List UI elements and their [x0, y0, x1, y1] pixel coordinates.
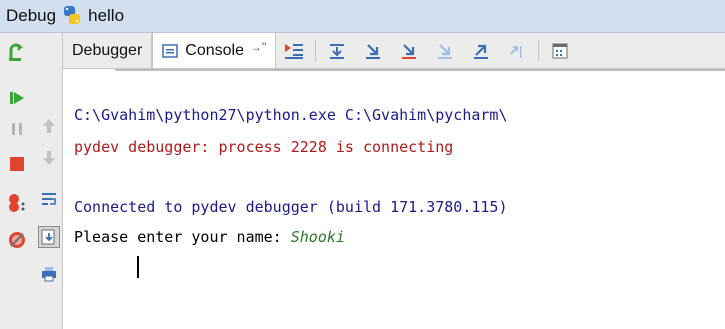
tab-console[interactable]: Console →" [152, 33, 277, 68]
rerun-icon[interactable] [0, 35, 34, 69]
console-icon [162, 43, 179, 59]
soft-wrap-icon[interactable] [34, 184, 63, 214]
down-arrow-icon[interactable] [34, 143, 63, 173]
console-user-input: Shooki [290, 228, 345, 246]
debug-tab-toolbar: Debugger Console →" [63, 33, 725, 69]
tab-debugger-label: Debugger [72, 41, 143, 59]
tab-debugger[interactable]: Debugger [63, 33, 153, 68]
console-prompt: Please enter your name: [74, 228, 291, 246]
step-into-icon[interactable] [355, 33, 391, 68]
console-line: pydev debugger: process 2228 is connecti… [74, 138, 454, 156]
step-out-icon[interactable] [463, 33, 499, 68]
debug-label: Debug [6, 6, 57, 25]
console-line: C:\Gvahim\python27\python.exe C:\Gvahim\… [74, 106, 508, 124]
force-step-into-icon[interactable] [427, 33, 463, 68]
left-debug-toolbar [0, 33, 63, 329]
run-config-name[interactable]: hello [88, 6, 124, 26]
resume-icon[interactable] [0, 81, 34, 115]
toolbar-separator [315, 40, 317, 61]
mute-breakpoints-icon[interactable] [0, 223, 34, 257]
toolbar-separator [538, 40, 540, 61]
tab-console-label: Console [185, 41, 244, 59]
console-divider [115, 69, 725, 71]
step-over-icon[interactable] [319, 33, 355, 68]
console-side-toolbar [34, 33, 63, 329]
evaluate-expression-icon[interactable] [542, 33, 578, 68]
up-arrow-icon[interactable] [34, 111, 63, 141]
print-icon[interactable] [34, 259, 63, 289]
stop-icon[interactable] [0, 147, 34, 181]
show-execution-point-icon[interactable] [276, 33, 312, 68]
run-to-cursor-icon[interactable] [499, 33, 535, 68]
pin-tab-icon[interactable]: →" [250, 40, 266, 54]
console-prompt-line: Please enter your name: Shooki [74, 227, 345, 247]
pause-icon[interactable] [0, 112, 34, 146]
python-logo-icon [64, 6, 81, 24]
console-line: Connected to pydev debugger (build 171.3… [74, 198, 508, 216]
debug-title-bar: Debug hello [0, 0, 725, 33]
text-cursor [137, 256, 139, 278]
view-breakpoints-icon[interactable] [0, 186, 34, 220]
step-into-my-code-icon[interactable] [391, 33, 427, 68]
scroll-to-end-icon[interactable] [34, 222, 63, 252]
